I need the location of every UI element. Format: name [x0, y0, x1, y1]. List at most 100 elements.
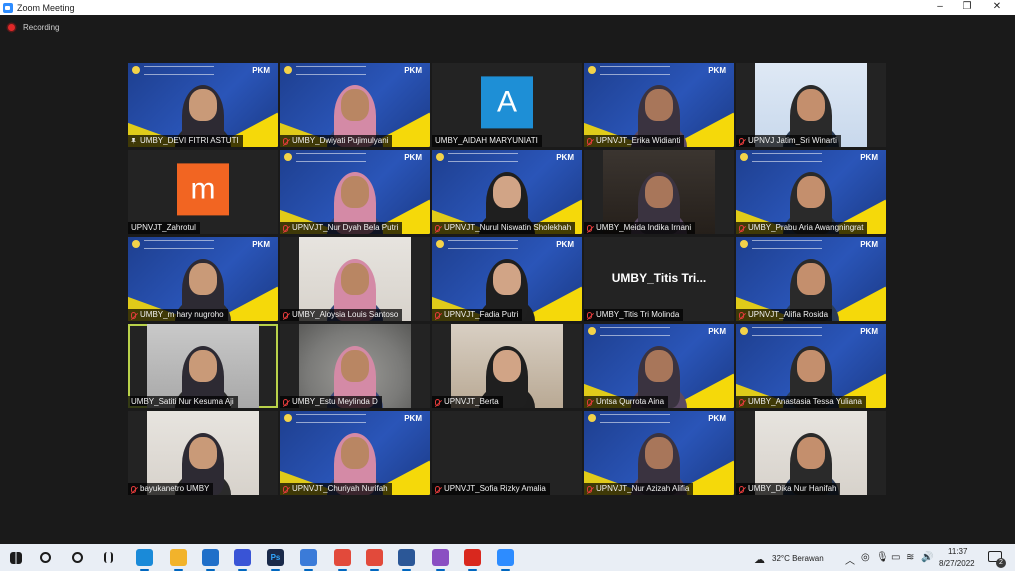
close-button[interactable]: ✕ [982, 0, 1012, 15]
participant-tile[interactable]: PKM UPNVJT_Nur Azizah Alifia [584, 411, 734, 495]
pkm-label: PKM [860, 153, 878, 162]
banner-text-block [296, 66, 366, 75]
banner-text-block [600, 327, 670, 336]
participant-name: bayukanetro UMBY [140, 484, 210, 493]
participant-tile[interactable]: PKM UPNVJT_Erika Widianti [584, 63, 734, 147]
participant-tile[interactable]: UPNVJT_Sofia Rizky Amalia [432, 411, 582, 495]
banner-stripe [224, 286, 278, 321]
participant-tile[interactable]: PKM UPNVJT_Nur Dyah Bela Putri [280, 150, 430, 234]
wifi-icon[interactable]: ≋ [906, 552, 914, 563]
participant-display-name: UMBY_Titis Tri... [611, 271, 707, 285]
mic-muted-icon [283, 485, 288, 493]
banner-text-block [296, 414, 366, 423]
banner-stripe [680, 112, 734, 147]
participant-tile[interactable]: PKM UMBY_DEVI FITRI ASTUTI [128, 63, 278, 147]
participant-tile[interactable]: PKM UPNVJT_Churiyah Nurifah [280, 411, 430, 495]
explorer-icon[interactable] [170, 549, 187, 571]
mic-muted-icon [435, 485, 440, 493]
participant-tile[interactable]: UMBY_Satiti Nur Kesuma Aji [128, 324, 278, 408]
pkm-label: PKM [708, 66, 726, 75]
participant-name: UPNVJT_Alifia Rosida [748, 310, 829, 319]
clock-time[interactable]: 11:37 [948, 547, 967, 556]
recording-dot-icon [8, 24, 15, 31]
participant-name: UPNVJT_Zahrotul [131, 223, 196, 232]
chrome-icon[interactable] [334, 549, 351, 571]
participant-tile[interactable]: PKM UMBY_Dwiyati Pujimulyani [280, 63, 430, 147]
photoshop-icon[interactable]: Ps [267, 549, 284, 571]
mail-icon[interactable] [202, 549, 219, 571]
participant-name: UPNVJT_Nurul Niswatin Sholekhah [444, 223, 572, 232]
display-icon[interactable]: ▭ [891, 552, 900, 563]
banner-text-block [144, 240, 214, 249]
pkm-label: PKM [252, 66, 270, 75]
mic-muted-icon [131, 485, 136, 493]
maximize-button[interactable]: ❐ [952, 0, 982, 15]
participant-tile[interactable]: UMBY_Aloysia Louis Santoso [280, 237, 430, 321]
participant-tile[interactable]: UMBY_Dika Nur Hanifah [736, 411, 886, 495]
pkm-label: PKM [404, 66, 422, 75]
app-icon[interactable] [234, 549, 251, 571]
start-icon[interactable] [10, 552, 22, 564]
participant-tile[interactable]: UMBY_Meida Indika Irnani [584, 150, 734, 234]
participant-name: UMBY_DEVI FITRI ASTUTI [140, 136, 239, 145]
participant-tile[interactable]: PKM UMBY_Prabu Aria Awangningrat [736, 150, 886, 234]
participant-tile[interactable]: PKM UMBY_Anastasia Tessa Yuliana [736, 324, 886, 408]
university-logo-icon [588, 414, 596, 422]
cloud-icon: ☁ [754, 554, 765, 566]
participant-name: UMBY_AIDAH MARYUNIATI [435, 136, 538, 145]
banner-text-block [600, 414, 670, 423]
participant-name-label: UMBY_Aloysia Louis Santoso [280, 309, 403, 321]
search-icon[interactable] [40, 552, 51, 563]
participant-name-label: UMBY_Titis Tri Molinda [584, 309, 684, 321]
participant-tile[interactable]: UMBY_Estu Meylinda D [280, 324, 430, 408]
participant-tile[interactable]: m UPNVJT_Zahrotul [128, 150, 278, 234]
recording-indicator[interactable]: Recording [8, 23, 59, 32]
participant-name-label: UPNVJT_Zahrotul [128, 222, 200, 234]
participant-tile[interactable]: PKM UPNVJT_Nurul Niswatin Sholekhah [432, 150, 582, 234]
microphone-icon[interactable]: 🎙 [876, 552, 889, 563]
participant-tile[interactable]: PKM Untsa Qurrota Aina [584, 324, 734, 408]
university-logo-icon [436, 240, 444, 248]
zoom-icon[interactable] [497, 549, 514, 571]
participant-tile[interactable]: PKM UPNVJT_Fadia Putri [432, 237, 582, 321]
pkm-label: PKM [708, 327, 726, 336]
volume-icon[interactable]: 🔊 [921, 552, 933, 563]
participant-tile[interactable]: PKM UMBY_m hary nugroho [128, 237, 278, 321]
banner-stripe [528, 286, 582, 321]
browser-icon[interactable] [300, 549, 317, 571]
mic-muted-icon [283, 137, 288, 145]
edge-icon[interactable] [136, 549, 153, 571]
participant-tile[interactable]: A UMBY_AIDAH MARYUNIATI [432, 63, 582, 147]
participant-name: UMBY_Dika Nur Hanifah [748, 484, 837, 493]
chrome-icon-2[interactable] [366, 549, 383, 571]
chevron-up-icon[interactable]: ︿ [845, 552, 855, 567]
participant-name: UPNVJT_Churiyah Nurifah [292, 484, 388, 493]
banner-text-block [600, 66, 670, 75]
widgets-icon[interactable] [104, 552, 113, 563]
weather-text[interactable]: 32°C Berawan [772, 554, 824, 563]
participant-tile[interactable]: UMBY_Titis Tri... UMBY_Titis Tri Molinda [584, 237, 734, 321]
university-logo-icon [740, 327, 748, 335]
participant-tile[interactable]: UPNVJT_Berta [432, 324, 582, 408]
camera-icon[interactable]: ◎ [861, 552, 870, 563]
participant-name-label: UMBY_Dwiyati Pujimulyani [280, 135, 393, 147]
participant-name-label: UMBY_m hary nugroho [128, 309, 228, 321]
participant-tile[interactable]: bayukanetro UMBY [128, 411, 278, 495]
participant-name-label: UMBY_Satiti Nur Kesuma Aji [128, 396, 238, 408]
mic-muted-icon [587, 398, 592, 406]
minimize-button[interactable]: – [925, 0, 955, 15]
participant-tile[interactable]: PKM UPNVJT_Alifia Rosida [736, 237, 886, 321]
window-title: Zoom Meeting [17, 2, 75, 13]
banner-text-block [448, 153, 518, 162]
participant-tile[interactable]: UPNVJ Jatim_Sri Winarti [736, 63, 886, 147]
settings-icon[interactable] [432, 549, 449, 571]
banner-text-block [752, 153, 822, 162]
acrobat-icon[interactable] [464, 549, 481, 571]
clock-date[interactable]: 8/27/2022 [939, 559, 975, 568]
university-logo-icon [740, 240, 748, 248]
participant-name: UPNVJ Jatim_Sri Winarti [748, 136, 837, 145]
university-logo-icon [740, 153, 748, 161]
pkm-label: PKM [404, 414, 422, 423]
word-icon[interactable] [398, 549, 415, 571]
task-view-icon[interactable] [72, 552, 83, 563]
